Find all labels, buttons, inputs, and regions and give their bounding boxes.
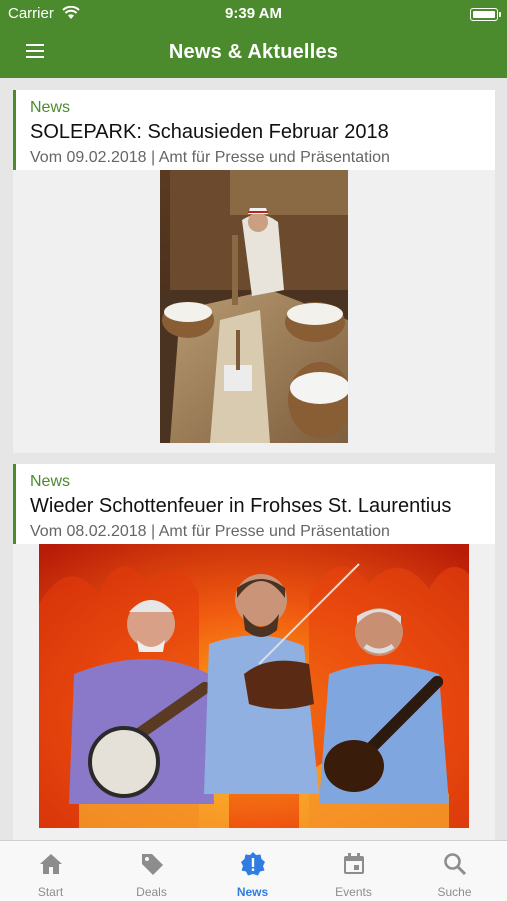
search-icon xyxy=(444,853,467,876)
clock: 9:39 AM xyxy=(225,5,282,22)
news-meta: Vom 09.02.2018 | Amt für Presse und Präs… xyxy=(30,149,390,166)
salt-boiling-photo xyxy=(160,170,348,443)
tab-events[interactable]: Events xyxy=(303,841,404,901)
news-card[interactable]: News SOLEPARK: Schausieden Februar 2018 … xyxy=(13,90,495,453)
news-category: News xyxy=(30,473,71,490)
news-card-header[interactable]: News SOLEPARK: Schausieden Februar 2018 … xyxy=(13,90,495,170)
band-fire-photo xyxy=(39,544,469,828)
news-image[interactable] xyxy=(13,544,495,840)
news-title[interactable]: SOLEPARK: Schausieden Februar 2018 xyxy=(30,121,495,144)
news-card[interactable]: News Wieder Schottenfeuer in Frohses St.… xyxy=(13,464,495,840)
home-icon xyxy=(40,854,62,874)
tag-icon xyxy=(142,854,163,875)
news-category: News xyxy=(30,99,71,116)
app-header: News & Aktuelles xyxy=(0,28,507,78)
tab-start[interactable]: Start xyxy=(0,841,101,901)
tab-deals[interactable]: Deals xyxy=(101,841,202,901)
tab-label: Start xyxy=(37,885,64,899)
calendar-icon xyxy=(344,853,364,874)
tab-label: Suche xyxy=(437,885,472,899)
tab-bar: Start Deals News Events Suche xyxy=(0,840,507,901)
news-title[interactable]: Wieder Schottenfeuer in Frohses St. Laur… xyxy=(30,495,495,518)
news-image[interactable] xyxy=(13,170,495,453)
tab-label: Events xyxy=(335,885,372,899)
news-meta: Vom 08.02.2018 | Amt für Presse und Präs… xyxy=(30,523,390,540)
alert-badge-icon xyxy=(241,852,265,876)
news-card-header[interactable]: News Wieder Schottenfeuer in Frohses St.… xyxy=(13,464,495,544)
tab-label: Deals xyxy=(136,885,167,899)
tab-news[interactable]: News xyxy=(202,841,303,901)
page-title: News & Aktuelles xyxy=(168,41,339,63)
tab-label: News xyxy=(236,885,269,899)
status-bar: Carrier 9:39 AM xyxy=(0,0,507,28)
battery-icon xyxy=(470,8,501,21)
news-feed[interactable]: News SOLEPARK: Schausieden Februar 2018 … xyxy=(0,78,507,840)
tab-suche[interactable]: Suche xyxy=(404,841,505,901)
